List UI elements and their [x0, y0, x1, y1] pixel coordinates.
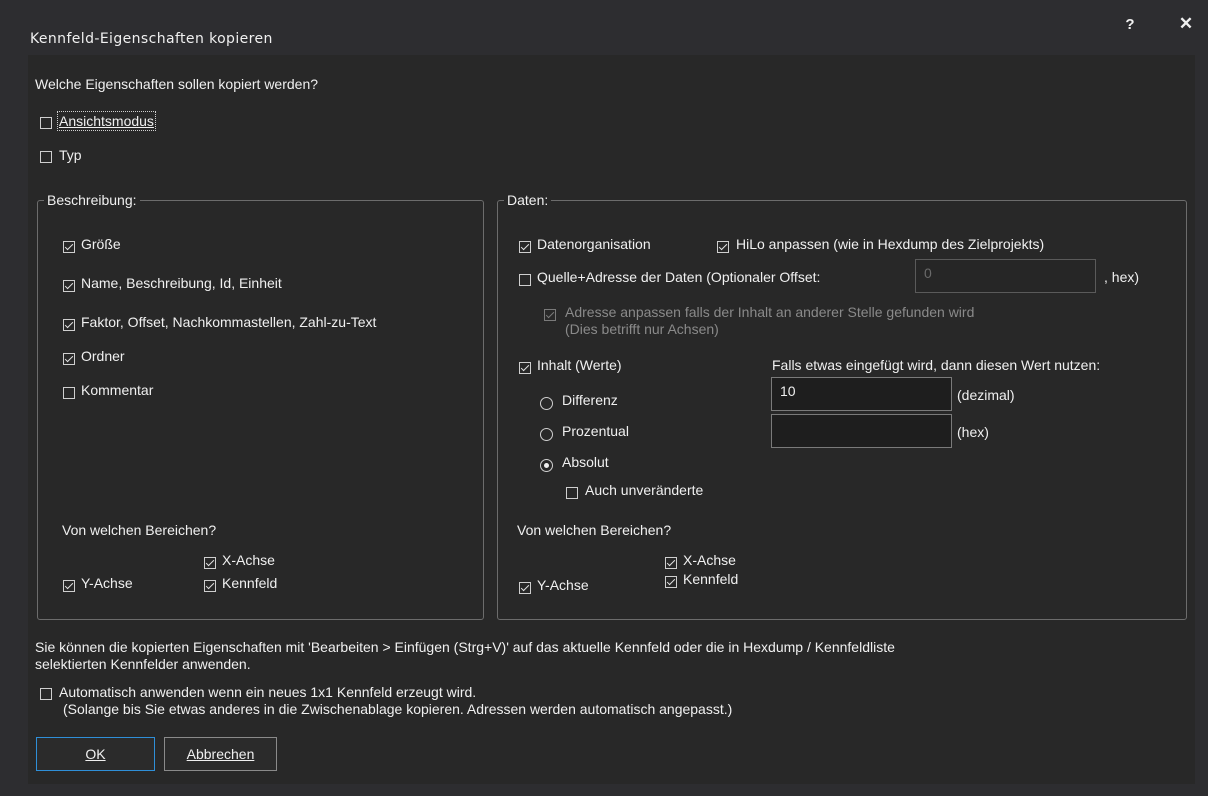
hilo-checkbox[interactable]	[717, 241, 729, 253]
window-title: Kennfeld-Eigenschaften kopieren	[30, 31, 273, 47]
cancel-button[interactable]: Abbrechen	[164, 737, 277, 771]
ok-button[interactable]: OK	[36, 737, 155, 771]
ordner-label[interactable]: Ordner	[81, 348, 125, 364]
adresse-anpassen-checkbox[interactable]	[544, 309, 556, 321]
adresse-anpassen-sub: (Dies betrifft nur Achsen)	[565, 321, 719, 337]
dezimal-input[interactable]: 10	[771, 377, 952, 411]
absolut-label[interactable]: Absolut	[562, 454, 609, 470]
faktor-offset-checkbox[interactable]	[63, 319, 75, 331]
falls-label: Falls etwas eingefügt wird, dann diesen …	[772, 357, 1101, 373]
beschreibung-kennfeld-label[interactable]: Kennfeld	[222, 575, 277, 591]
hex-label: (hex)	[957, 424, 989, 440]
close-button[interactable]: ✕	[1176, 14, 1196, 34]
daten-group: Daten: Datenorganisation HiLo anpassen (…	[497, 192, 1187, 620]
beschreibung-y-achse-checkbox[interactable]	[63, 580, 75, 592]
groesse-checkbox[interactable]	[63, 241, 75, 253]
dialog-body: Welche Eigenschaften sollen kopiert werd…	[28, 55, 1195, 784]
quelle-adresse-checkbox[interactable]	[519, 274, 531, 286]
hilo-label[interactable]: HiLo anpassen (wie in Hexdump des Zielpr…	[736, 236, 1044, 252]
kommentar-checkbox[interactable]	[63, 387, 75, 399]
datenorganisation-label[interactable]: Datenorganisation	[537, 236, 651, 252]
groesse-label[interactable]: Größe	[81, 236, 121, 252]
inhalt-label[interactable]: Inhalt (Werte)	[537, 357, 622, 373]
hex-input[interactable]	[771, 414, 952, 448]
offset-hex-label: , hex)	[1104, 269, 1140, 285]
differenz-radio[interactable]	[540, 397, 553, 410]
adresse-anpassen-label: Adresse anpassen falls der Inhalt an and…	[565, 304, 975, 320]
info-text-line2: selektierten Kennfelder anwenden.	[35, 656, 251, 672]
offset-input[interactable]: 0	[915, 259, 1096, 293]
info-text-line1: Sie können die kopierten Eigenschaften m…	[35, 639, 895, 655]
typ-label[interactable]: Typ	[59, 147, 82, 163]
absolut-radio[interactable]	[540, 459, 553, 472]
beschreibung-group: Beschreibung: Größe Name, Beschreibung, …	[37, 192, 484, 620]
kommentar-label[interactable]: Kommentar	[81, 382, 153, 398]
beschreibung-x-achse-checkbox[interactable]	[204, 557, 216, 569]
question-label: Welche Eigenschaften sollen kopiert werd…	[35, 76, 319, 92]
ansichtsmodus-label[interactable]: Ansichtsmodus	[57, 111, 156, 131]
dezimal-label: (dezimal)	[957, 387, 1015, 403]
inhalt-checkbox[interactable]	[519, 362, 531, 374]
beschreibung-x-achse-label[interactable]: X-Achse	[222, 552, 275, 568]
prozentual-label[interactable]: Prozentual	[562, 423, 629, 439]
title-bar: Kennfeld-Eigenschaften kopieren ? ✕	[0, 0, 1208, 55]
auto-apply-checkbox[interactable]	[40, 688, 52, 700]
auch-unveraenderte-checkbox[interactable]	[566, 487, 578, 499]
beschreibung-y-achse-label[interactable]: Y-Achse	[81, 575, 133, 591]
prozentual-radio[interactable]	[540, 428, 553, 441]
daten-x-achse-label[interactable]: X-Achse	[683, 552, 736, 568]
beschreibung-legend: Beschreibung:	[44, 192, 140, 208]
daten-kennfeld-label[interactable]: Kennfeld	[683, 571, 738, 587]
ansichtsmodus-checkbox[interactable]	[40, 117, 52, 129]
daten-y-achse-checkbox[interactable]	[519, 582, 531, 594]
beschreibung-bereiche-label: Von welchen Bereichen?	[62, 522, 217, 538]
help-button[interactable]: ?	[1120, 16, 1140, 36]
daten-kennfeld-checkbox[interactable]	[665, 576, 677, 588]
auto-apply-sub: (Solange bis Sie etwas anderes in die Zw…	[63, 701, 733, 717]
daten-x-achse-checkbox[interactable]	[665, 557, 677, 569]
datenorganisation-checkbox[interactable]	[519, 241, 531, 253]
faktor-offset-label[interactable]: Faktor, Offset, Nachkommastellen, Zahl-z…	[81, 314, 376, 330]
auch-unveraenderte-label[interactable]: Auch unveränderte	[585, 482, 703, 498]
daten-legend: Daten:	[504, 192, 552, 208]
quelle-adresse-label[interactable]: Quelle+Adresse der Daten (Optionaler Off…	[537, 269, 820, 285]
differenz-label[interactable]: Differenz	[562, 392, 618, 408]
daten-y-achse-label[interactable]: Y-Achse	[537, 577, 589, 593]
name-beschreibung-checkbox[interactable]	[63, 280, 75, 292]
auto-apply-label[interactable]: Automatisch anwenden wenn ein neues 1x1 …	[59, 684, 476, 700]
typ-checkbox[interactable]	[40, 151, 52, 163]
beschreibung-kennfeld-checkbox[interactable]	[204, 580, 216, 592]
daten-bereiche-label: Von welchen Bereichen?	[517, 522, 672, 538]
name-beschreibung-label[interactable]: Name, Beschreibung, Id, Einheit	[81, 275, 282, 291]
ordner-checkbox[interactable]	[63, 353, 75, 365]
